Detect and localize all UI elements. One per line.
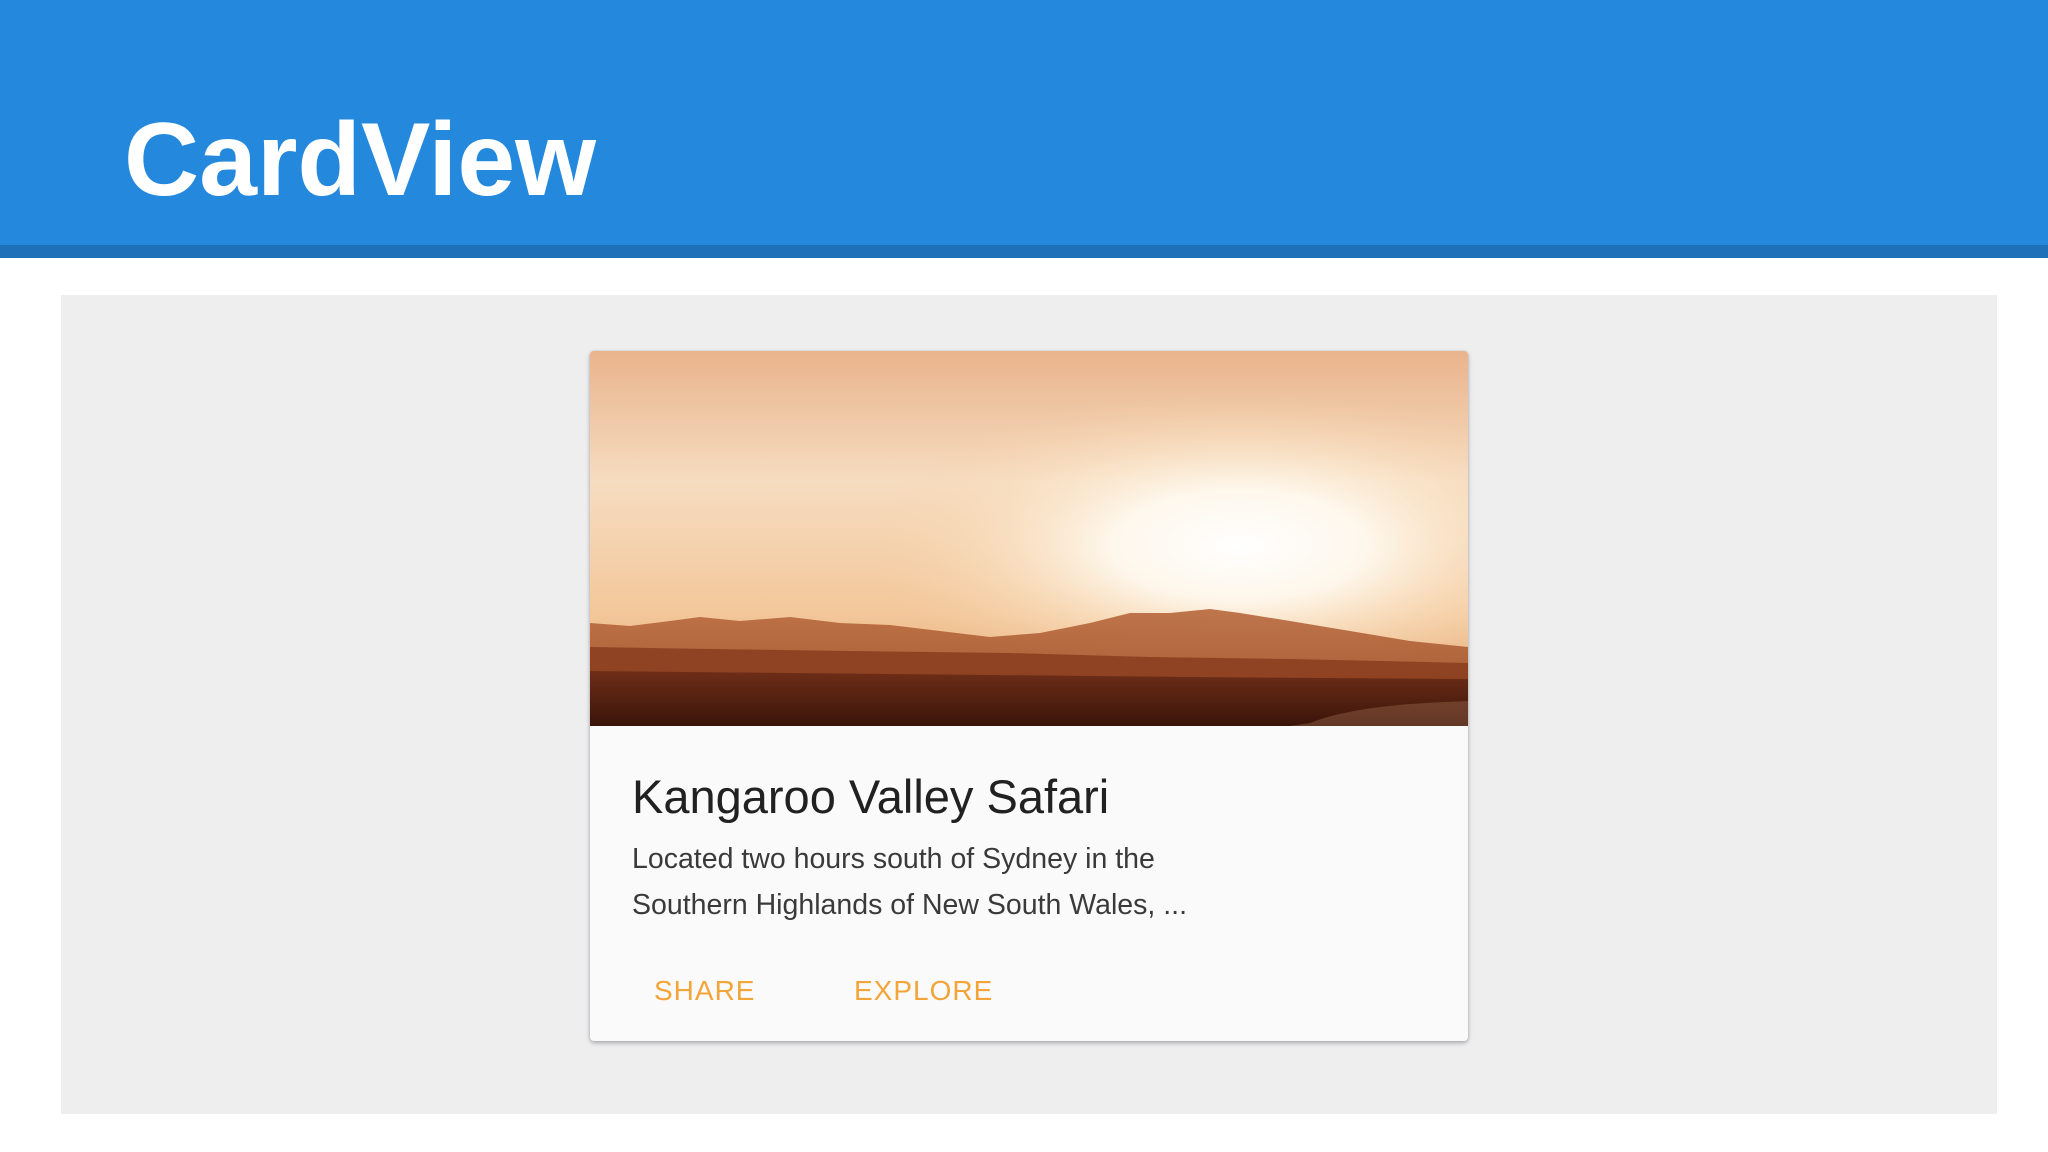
app-screen: Kangaroo Valley Safari Located two hours… <box>61 295 1997 1114</box>
slide-title: CardView <box>124 102 597 218</box>
card-description-line: Located two hours south of Sydney in the <box>632 843 1155 875</box>
sunset-image <box>590 351 1468 726</box>
card-view[interactable]: Kangaroo Valley Safari Located two hours… <box>590 351 1468 1041</box>
card-description: Located two hours south of Sydney in the… <box>632 836 1432 928</box>
share-button[interactable]: SHARE <box>632 966 777 1016</box>
card-image <box>590 351 1468 726</box>
card-title: Kangaroo Valley Safari <box>632 770 1110 823</box>
card-description-line: Southern Highlands of New South Wales, .… <box>632 889 1187 921</box>
header-divider <box>0 245 2048 258</box>
explore-button[interactable]: EXPLORE <box>832 966 1015 1016</box>
